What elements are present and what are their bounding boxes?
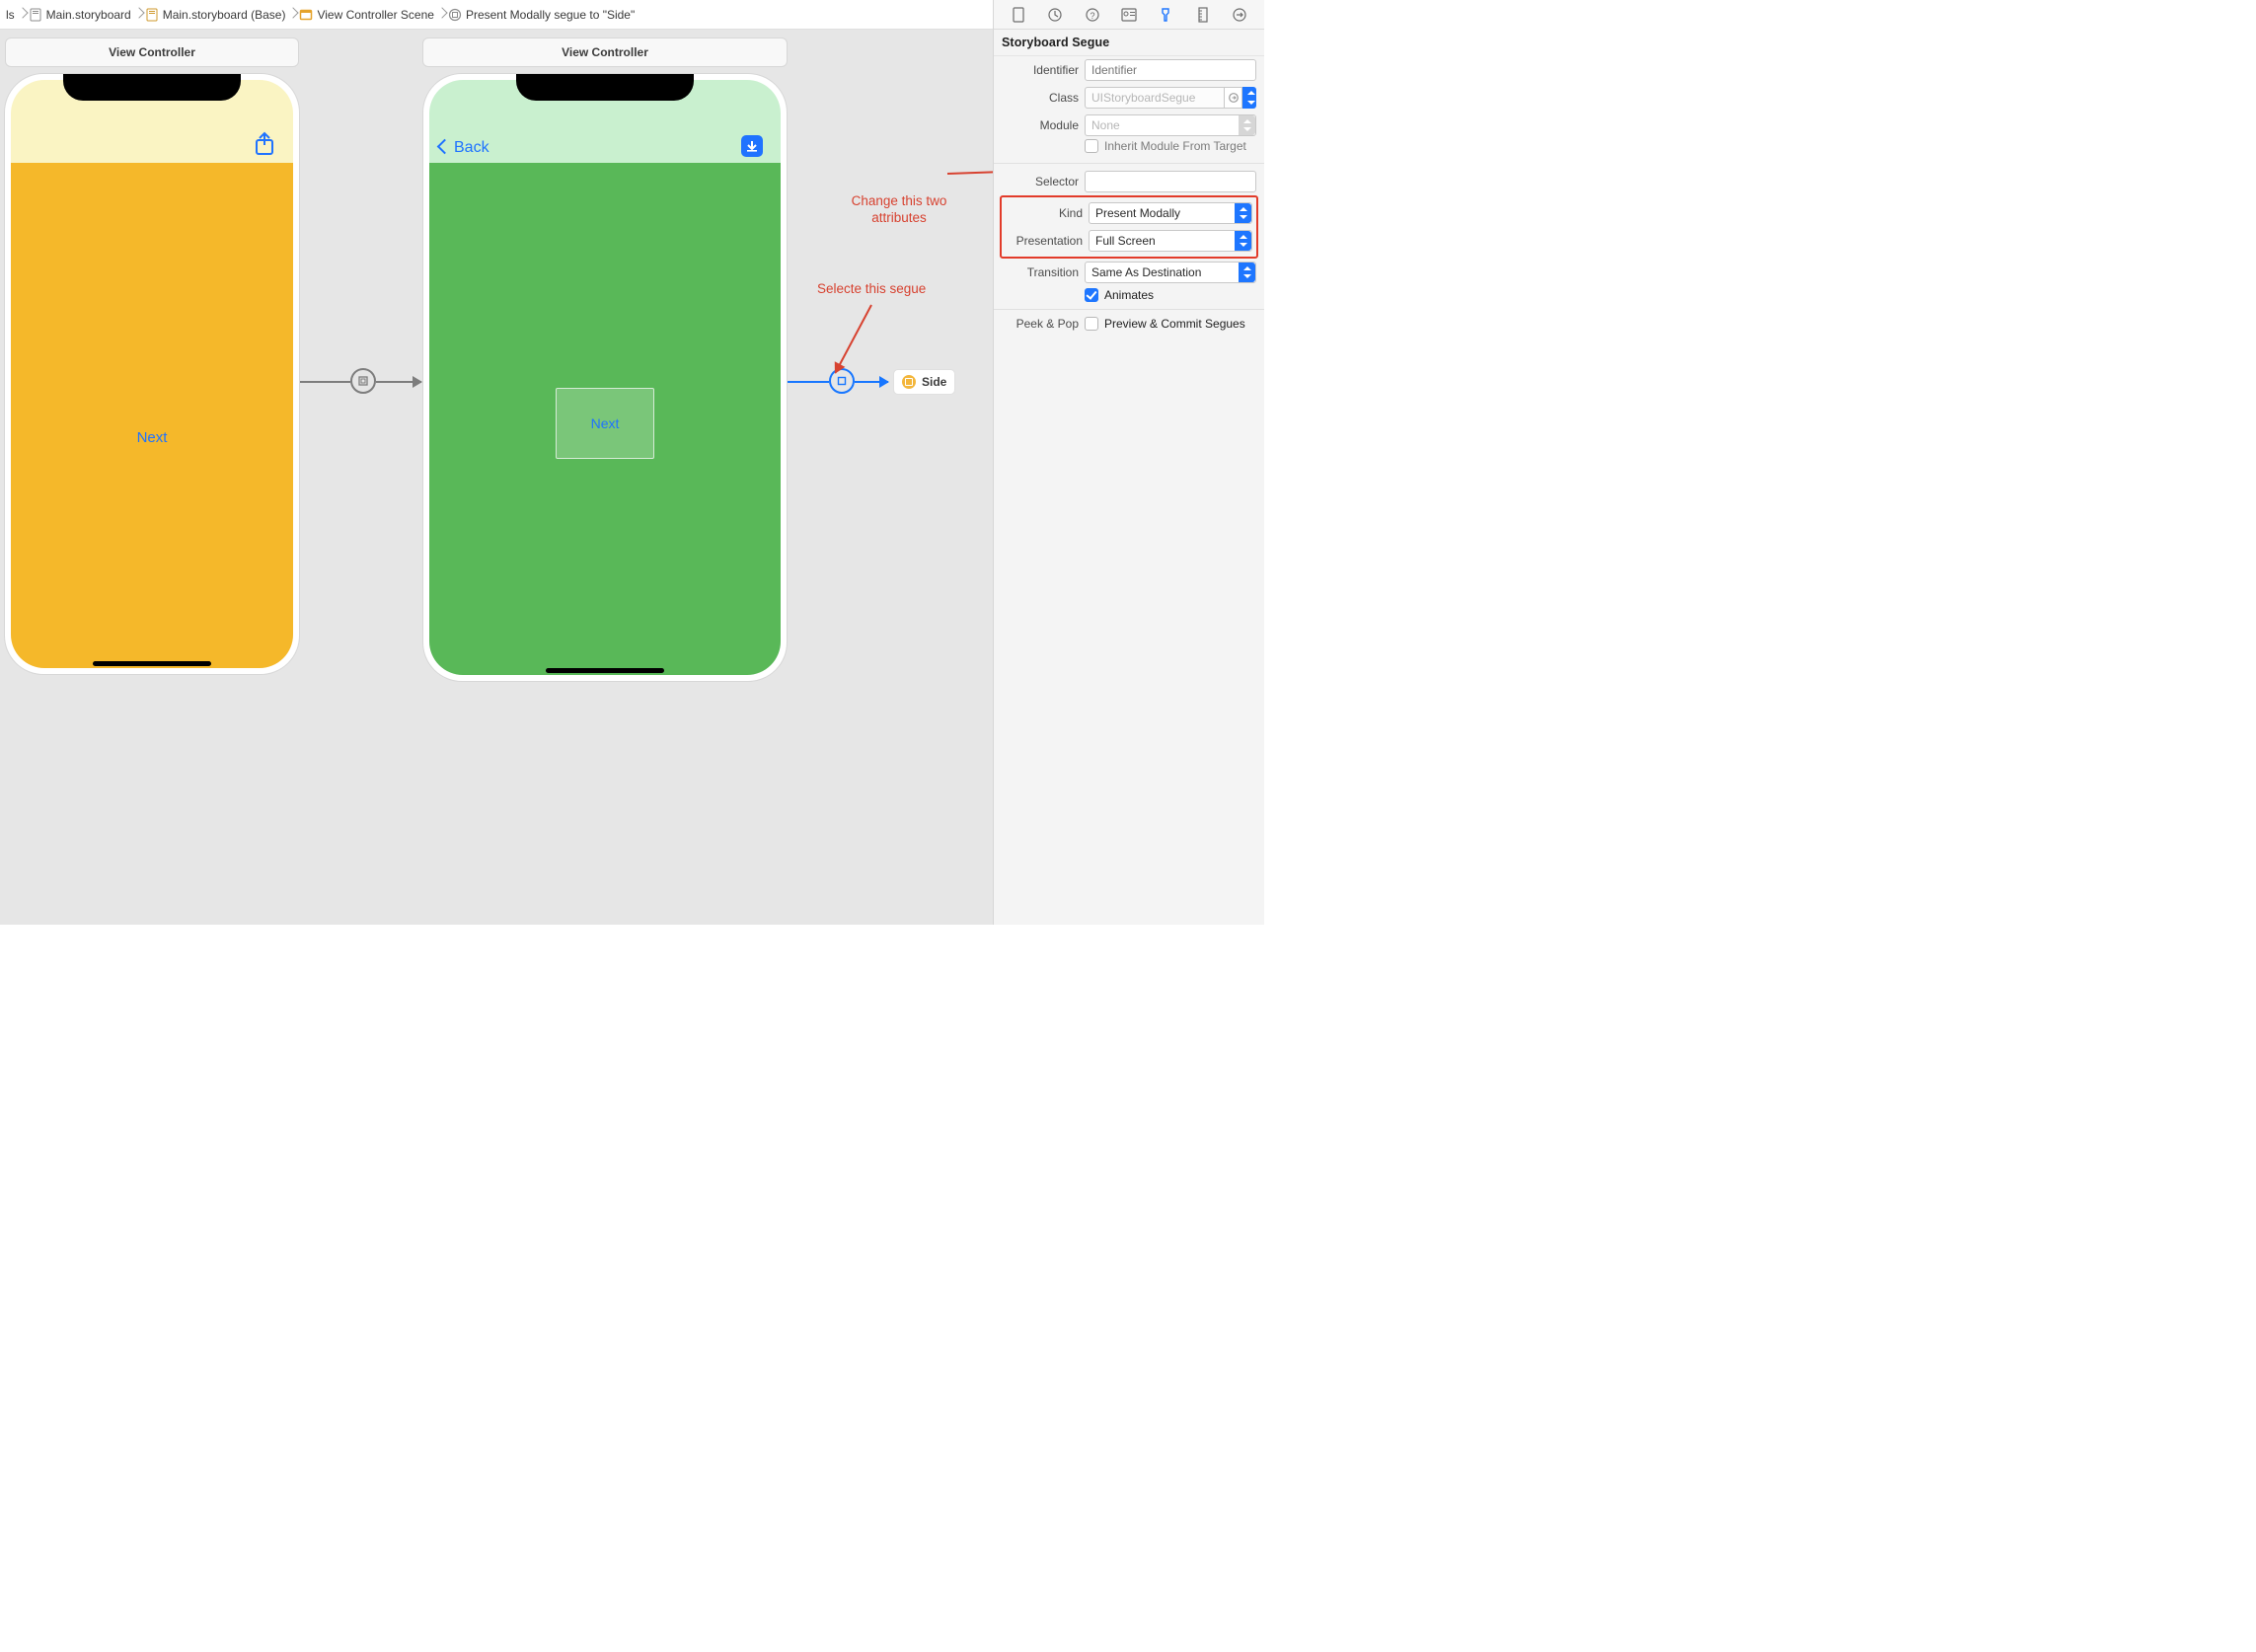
device-left[interactable]: Next: [4, 73, 300, 675]
svg-text:?: ?: [1090, 11, 1094, 21]
transition-label: Transition: [1002, 265, 1079, 279]
transition-select[interactable]: Same As Destination: [1085, 262, 1256, 283]
view-left: Next: [11, 163, 293, 668]
jump-crumb-label: Present Modally segue to "Side": [466, 8, 635, 22]
storyboard-file-icon: [145, 8, 159, 22]
chevron-left-icon: [439, 139, 452, 157]
container-view[interactable]: Next: [556, 388, 654, 459]
jump-crumb-1[interactable]: Main.storyboard: [27, 0, 133, 30]
jump-crumb-3[interactable]: View Controller Scene: [297, 0, 436, 30]
next-button-left[interactable]: Next: [137, 429, 168, 446]
jump-crumb-label: Main.storyboard (Base): [163, 8, 286, 22]
side-view-controller-chip[interactable]: Side: [893, 369, 955, 395]
scene-title-left[interactable]: View Controller: [5, 38, 299, 67]
home-indicator: [93, 661, 211, 666]
jump-crumb-4[interactable]: Present Modally segue to "Side": [446, 0, 637, 30]
vc-icon: [902, 375, 916, 389]
connections-inspector-tab[interactable]: [1222, 0, 1258, 30]
view-right: Next: [429, 163, 781, 675]
share-icon[interactable]: [254, 131, 275, 157]
chevron-right-icon: [17, 0, 27, 30]
module-select[interactable]: None: [1085, 114, 1256, 136]
inspector-panel: ? Storyboard Segue Identifier Class Modu…: [993, 0, 1264, 925]
file-inspector-tab[interactable]: [1000, 0, 1036, 30]
jump-crumb-2[interactable]: Main.storyboard (Base): [143, 0, 288, 30]
scene-title-right[interactable]: View Controller: [422, 38, 788, 67]
jump-crumb-label: Main.storyboard: [46, 8, 131, 22]
home-indicator: [546, 668, 664, 673]
kind-label: Kind: [1006, 206, 1083, 220]
peekpop-checkbox[interactable]: [1085, 317, 1098, 331]
notch: [63, 74, 241, 101]
class-label: Class: [1002, 91, 1079, 105]
selector-label: Selector: [1002, 175, 1079, 188]
module-label: Module: [1002, 118, 1079, 132]
inherit-module-checkbox[interactable]: [1085, 139, 1098, 153]
kind-select[interactable]: Present Modally: [1089, 202, 1252, 224]
history-inspector-tab[interactable]: [1036, 0, 1073, 30]
device-right[interactable]: Back Next: [422, 73, 788, 682]
selector-input[interactable]: [1085, 171, 1256, 192]
identifier-label: Identifier: [1002, 63, 1079, 77]
segue-icon: [448, 8, 462, 22]
canvas[interactable]: View Controller View Controller Next Bac…: [0, 30, 993, 925]
container-next-label: Next: [591, 415, 620, 431]
animates-checkbox[interactable]: [1085, 288, 1098, 302]
annotation-arrow-icon: [834, 305, 871, 374]
jump-crumb-label: ls: [6, 8, 15, 22]
segue-embed-icon: [357, 375, 369, 387]
identity-inspector-tab[interactable]: [1110, 0, 1147, 30]
peekpop-label: Peek & Pop: [1002, 317, 1079, 331]
presentation-select[interactable]: Full Screen: [1089, 230, 1252, 252]
annotation-change-attrs: Change this two attributes: [840, 193, 958, 227]
identifier-input[interactable]: [1085, 59, 1256, 81]
notch: [516, 74, 694, 101]
attributes-inspector-tab[interactable]: [1148, 0, 1184, 30]
jump-to-class-button[interactable]: [1225, 87, 1242, 109]
peekpop-value-label: Preview & Commit Segues: [1104, 317, 1245, 331]
back-button[interactable]: Back: [439, 139, 489, 157]
download-icon[interactable]: [741, 135, 763, 157]
annotation-highlight-box: Kind Present Modally Presentation Full S…: [1000, 195, 1258, 259]
side-label: Side: [922, 375, 946, 389]
jump-bar[interactable]: ls Main.storyboard Main.storyboard (Base…: [0, 0, 1089, 30]
scene-icon: [299, 8, 313, 22]
section-title: Storyboard Segue: [994, 30, 1264, 56]
annotation-select-segue: Selecte this segue: [817, 281, 926, 298]
size-inspector-tab[interactable]: [1184, 0, 1221, 30]
presentation-label: Presentation: [1006, 234, 1083, 248]
chevron-right-icon: [436, 0, 446, 30]
segue-modal-icon: [836, 375, 848, 387]
class-input[interactable]: [1085, 87, 1225, 109]
class-stepper[interactable]: [1242, 87, 1256, 109]
scene-title-text: View Controller: [562, 45, 648, 59]
chevron-right-icon: [287, 0, 297, 30]
inspector-tabs: ?: [994, 0, 1264, 30]
jump-crumb-0[interactable]: ls: [4, 0, 17, 30]
scene-title-text: View Controller: [109, 45, 195, 59]
chevron-right-icon: [133, 0, 143, 30]
storyboard-file-icon: [29, 8, 42, 22]
inherit-module-label: Inherit Module From Target: [1104, 139, 1246, 153]
animates-label: Animates: [1104, 288, 1154, 302]
quick-help-tab[interactable]: ?: [1074, 0, 1110, 30]
jump-crumb-label: View Controller Scene: [317, 8, 434, 22]
